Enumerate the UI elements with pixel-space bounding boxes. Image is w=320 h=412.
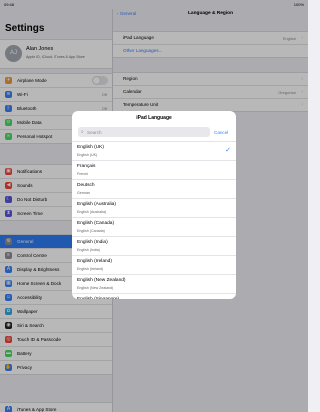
language-native-name: German <box>77 190 90 195</box>
language-name: English (Canada) <box>77 221 115 226</box>
language-list: English (UK) English (UK) ✓ Français French D… <box>72 141 236 299</box>
language-name: Deutsch <box>77 183 95 188</box>
search-input[interactable] <box>87 128 205 136</box>
language-name: English (Ireland) <box>77 259 112 264</box>
language-native-name: English (UK) <box>77 152 98 157</box>
language-native-name: English (Canada) <box>77 228 105 233</box>
search-icon: ⌕ <box>81 128 84 135</box>
modal-title: iPad Language <box>136 115 172 121</box>
language-name: English (UK) <box>77 145 104 150</box>
language-name: Français <box>77 164 96 169</box>
language-option[interactable]: English (Australia) English (Australia) <box>72 198 236 217</box>
language-option[interactable]: Français French <box>72 160 236 179</box>
language-option[interactable]: English (New Zealand) English (New Zealan… <box>72 274 236 293</box>
language-native-name: English (New Zealand) <box>77 285 114 290</box>
language-native-name: English (Ireland) <box>77 266 104 271</box>
language-name: English (India) <box>77 240 108 245</box>
language-option[interactable]: English (Ireland) English (Ireland) <box>72 255 236 274</box>
language-option[interactable]: English (Canada) English (Canada) <box>72 217 236 236</box>
checkmark-icon: ✓ <box>225 147 231 154</box>
language-native-name: French <box>77 171 89 176</box>
language-picker-modal: iPad Language ⌕ Cancel English (UK)Engli… <box>72 111 236 299</box>
language-option[interactable]: English (India) English (India) <box>72 236 236 255</box>
language-native-name: English (India) <box>77 247 100 252</box>
cancel-button[interactable]: Cancel <box>214 130 228 135</box>
language-option[interactable]: English (UK) English (UK) ✓ <box>72 141 236 160</box>
language-name: English (New Zealand) <box>77 278 126 283</box>
language-native-name: English (Australia) <box>77 209 107 214</box>
language-name: English (Australia) <box>77 202 116 207</box>
language-option[interactable]: English (Singapore)English (Singapore) <box>72 293 236 299</box>
language-option[interactable]: Deutsch German <box>72 179 236 198</box>
language-name: English (Singapore) <box>77 297 119 299</box>
search-field: ⌕ <box>78 127 210 137</box>
